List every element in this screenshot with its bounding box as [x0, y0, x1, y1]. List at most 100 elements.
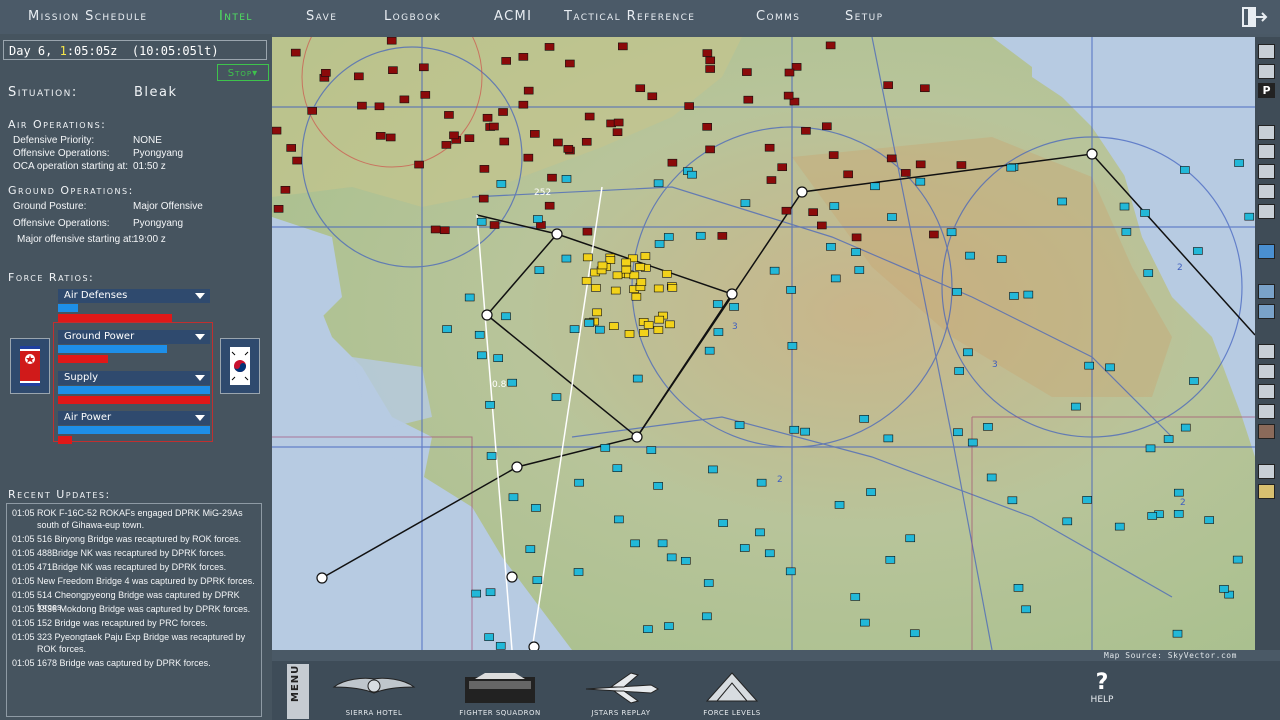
map-unit-icon[interactable]: [953, 428, 963, 437]
map-unit-icon[interactable]: [640, 252, 651, 260]
map-unit-icon[interactable]: [713, 328, 724, 336]
map-unit-icon[interactable]: [967, 438, 978, 447]
map-unit-icon[interactable]: [687, 170, 697, 179]
map-unit-icon[interactable]: [600, 444, 611, 452]
map-unit-icon[interactable]: [705, 56, 716, 65]
map-unit-icon[interactable]: [635, 84, 646, 93]
map-unit-icon[interactable]: [643, 625, 653, 633]
map-unit-icon[interactable]: [518, 100, 529, 109]
map-unit-icon[interactable]: [800, 427, 810, 436]
map-unit-icon[interactable]: [653, 179, 664, 188]
map-unit-icon[interactable]: [825, 41, 836, 50]
map-unit-icon[interactable]: [1193, 247, 1203, 255]
fighter-squadron-button[interactable]: FIGHTER SQUADRON: [445, 667, 555, 719]
map-tool-icon[interactable]: [1258, 484, 1275, 499]
map-unit-icon[interactable]: [646, 446, 657, 454]
map-unit-icon[interactable]: [612, 271, 623, 280]
map-unit-icon[interactable]: [444, 111, 454, 119]
map-unit-icon[interactable]: [1119, 202, 1130, 211]
map-unit-icon[interactable]: [307, 107, 317, 115]
map-unit-icon[interactable]: [544, 43, 555, 51]
exit-icon[interactable]: [1240, 4, 1268, 30]
map-unit-icon[interactable]: [900, 169, 911, 177]
map-unit-icon[interactable]: [584, 112, 595, 121]
map-unit-icon[interactable]: [388, 66, 398, 74]
map-unit-icon[interactable]: [501, 57, 511, 65]
map-unit-icon[interactable]: [1173, 509, 1184, 518]
map-unit-icon[interactable]: [272, 126, 282, 135]
map-unit-icon[interactable]: [420, 91, 431, 99]
menu-setup[interactable]: Setup: [845, 9, 883, 24]
recent-updates-list[interactable]: 01:05 ROK F-16C-52 ROKAFs engaged DPRK Mi…: [6, 503, 262, 717]
menu-tactical-reference[interactable]: Tactical Reference: [564, 9, 695, 24]
map-unit-icon[interactable]: [829, 202, 840, 210]
map-unit-icon[interactable]: [854, 266, 865, 274]
map-unit-icon[interactable]: [705, 145, 715, 154]
map-unit-icon[interactable]: [929, 230, 939, 239]
map-unit-icon[interactable]: [507, 378, 517, 387]
map-unit-icon[interactable]: [1082, 496, 1092, 504]
map-unit-icon[interactable]: [695, 231, 706, 240]
map-unit-icon[interactable]: [609, 322, 619, 330]
map-unit-icon[interactable]: [498, 108, 508, 116]
map-tool-icon[interactable]: [1258, 64, 1275, 79]
map-unit-icon[interactable]: [705, 65, 715, 73]
map-unit-icon[interactable]: [654, 240, 665, 248]
map-unit-icon[interactable]: [1071, 402, 1081, 411]
map-unit-icon[interactable]: [1174, 488, 1184, 497]
map-unit-icon[interactable]: [783, 91, 794, 100]
map-unit-icon[interactable]: [828, 151, 839, 159]
map-unit-icon[interactable]: [508, 493, 519, 502]
map-unit-icon[interactable]: [630, 539, 640, 548]
map-unit-icon[interactable]: [734, 421, 745, 429]
map-unit-icon[interactable]: [533, 215, 543, 223]
map-unit-icon[interactable]: [1234, 159, 1244, 167]
map-unit-icon[interactable]: [1021, 605, 1031, 614]
menu-save[interactable]: Save: [306, 9, 337, 24]
map-unit-icon[interactable]: [612, 128, 623, 137]
map-unit-icon[interactable]: [374, 102, 385, 111]
map-unit-icon[interactable]: [830, 274, 841, 283]
map-unit-icon[interactable]: [523, 153, 534, 162]
map-unit-icon[interactable]: [756, 478, 767, 487]
help-button[interactable]: ? HELP: [1080, 671, 1124, 717]
map-unit-icon[interactable]: [477, 351, 487, 360]
map-unit-icon[interactable]: [621, 265, 632, 274]
clock-speed-dropdown[interactable]: Stop▾: [217, 64, 269, 81]
map-unit-icon[interactable]: [789, 425, 800, 434]
map-unit-icon[interactable]: [474, 330, 485, 339]
map-tool-icon[interactable]: [1258, 304, 1275, 319]
map-unit-icon[interactable]: [636, 278, 647, 286]
map-unit-icon[interactable]: [954, 367, 964, 375]
map-unit-icon[interactable]: [292, 156, 302, 165]
map-unit-icon[interactable]: [859, 415, 869, 423]
map-unit-icon[interactable]: [523, 86, 534, 95]
menu-intel[interactable]: Intel: [219, 9, 253, 24]
map-unit-icon[interactable]: [817, 221, 827, 230]
map-unit-icon[interactable]: [822, 122, 832, 131]
map-unit-icon[interactable]: [654, 315, 665, 324]
force-ratio-dropdown[interactable]: Supply: [58, 371, 210, 385]
map-unit-icon[interactable]: [870, 182, 880, 191]
map-unit-icon[interactable]: [729, 303, 739, 311]
map-unit-icon[interactable]: [851, 248, 861, 256]
menu-tab[interactable]: MENU: [287, 664, 309, 719]
map-unit-icon[interactable]: [482, 113, 493, 122]
map-unit-icon[interactable]: [581, 276, 592, 285]
map-unit-icon[interactable]: [440, 226, 450, 235]
map-unit-icon[interactable]: [354, 72, 364, 81]
map-unit-icon[interactable]: [544, 201, 555, 210]
map-unit-icon[interactable]: [485, 588, 496, 597]
map-unit-icon[interactable]: [755, 528, 765, 537]
map-unit-icon[interactable]: [1163, 435, 1174, 443]
map-unit-icon[interactable]: [531, 504, 541, 512]
map-unit-icon[interactable]: [1009, 292, 1019, 300]
map-unit-icon[interactable]: [1189, 377, 1199, 385]
sierra-hotel-button[interactable]: SIERRA HOTEL: [319, 667, 429, 719]
map-unit-icon[interactable]: [280, 185, 291, 194]
map-unit-icon[interactable]: [769, 266, 780, 275]
map-unit-icon[interactable]: [553, 138, 563, 147]
map-unit-icon[interactable]: [887, 213, 897, 221]
map-unit-icon[interactable]: [290, 48, 301, 57]
map-unit-icon[interactable]: [860, 618, 870, 627]
